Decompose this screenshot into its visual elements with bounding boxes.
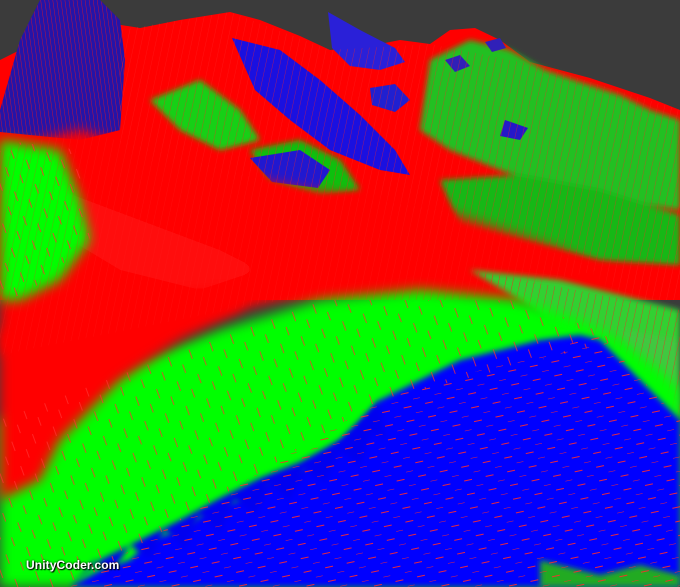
terrain-viewport: UnityCoder.com (0, 0, 680, 587)
watermark-text: UnityCoder.com (26, 558, 120, 572)
terrain-render (0, 0, 680, 587)
